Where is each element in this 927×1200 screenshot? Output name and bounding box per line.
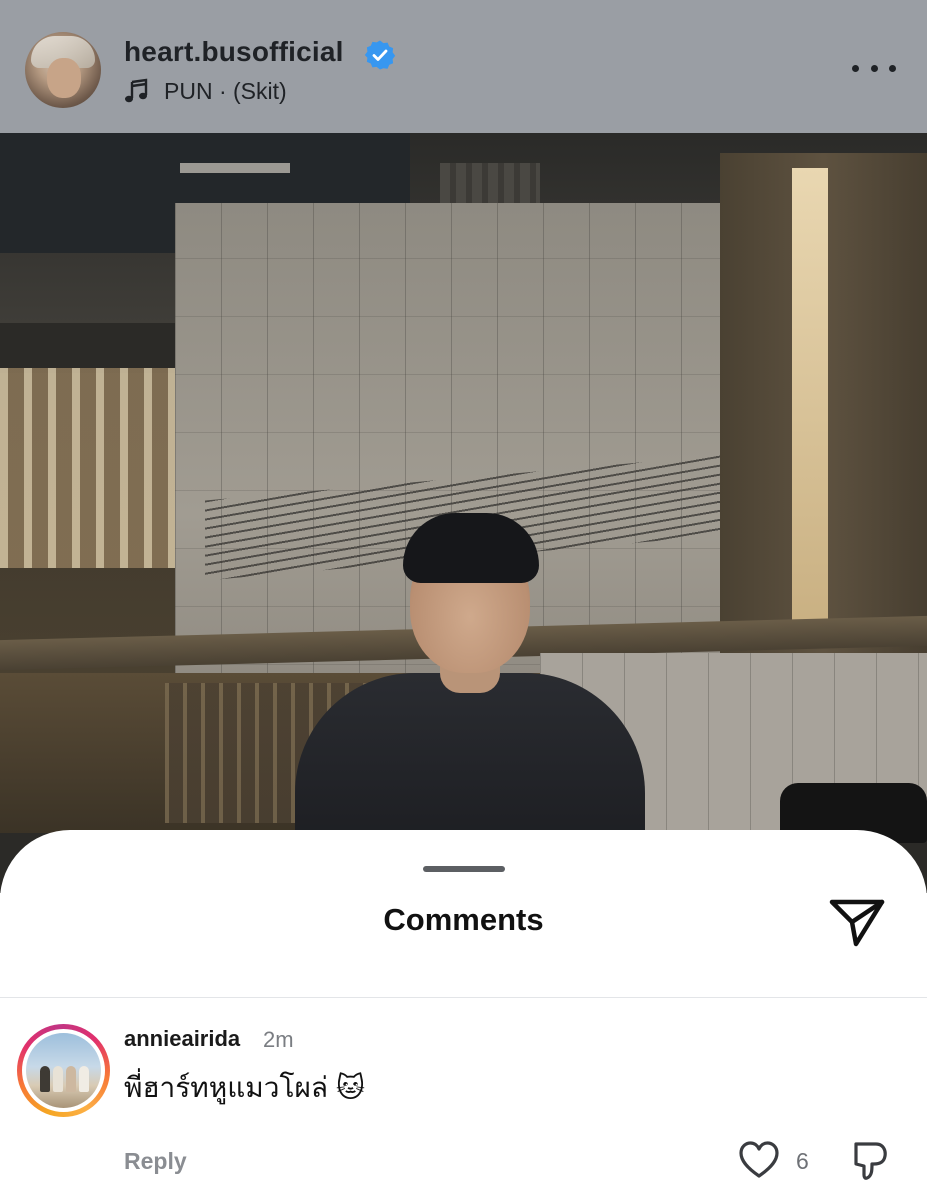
send-icon[interactable] <box>828 896 886 950</box>
commenter-avatar[interactable] <box>26 1033 101 1108</box>
more-options-icon[interactable] <box>852 56 896 80</box>
comment-text: พี่ฮาร์ทหูแมวโผล่ 🐱 <box>124 1072 366 1103</box>
verified-badge-icon <box>364 40 396 70</box>
comments-sheet: Comments annieairida 2m พี่ฮาร์ทหูแมวโผล… <box>0 830 927 1200</box>
post-author-username[interactable]: heart.busofficial <box>124 36 344 68</box>
post-header: heart.busofficial PUN · (Skit) <box>0 0 927 133</box>
sheet-divider <box>0 997 927 998</box>
sheet-drag-handle[interactable] <box>423 866 505 872</box>
reply-button[interactable]: Reply <box>124 1148 187 1175</box>
post-author-avatar[interactable] <box>25 32 101 108</box>
dislike-icon[interactable] <box>850 1138 890 1182</box>
sheet-title: Comments <box>383 902 544 937</box>
post-screen: heart.busofficial PUN · (Skit) Comments … <box>0 0 927 1200</box>
heart-icon[interactable] <box>738 1140 780 1180</box>
post-photo[interactable] <box>0 133 927 893</box>
audio-track-label[interactable]: PUN · (Skit) <box>164 78 287 105</box>
photo-subject <box>295 513 645 873</box>
comment-timestamp: 2m <box>263 1027 294 1052</box>
comment-username[interactable]: annieairida <box>124 1026 240 1052</box>
like-count: 6 <box>796 1148 809 1174</box>
music-note-icon <box>125 78 148 103</box>
